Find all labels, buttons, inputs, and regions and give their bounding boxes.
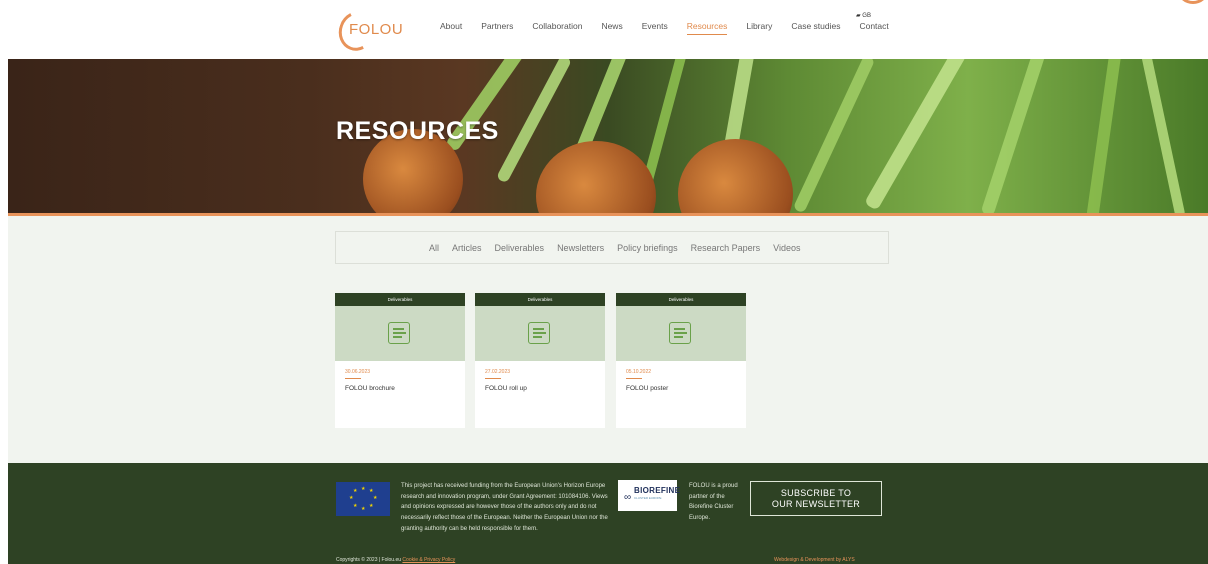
card-divider xyxy=(626,378,642,379)
card-thumbnail xyxy=(616,306,746,361)
credit-link[interactable]: Webdesign & Development by ALYS xyxy=(774,557,855,563)
card-date: 27.02.2023 xyxy=(485,369,511,375)
card-title[interactable]: FOLOU roll up xyxy=(485,385,527,392)
leaf-shape xyxy=(792,59,876,213)
card-divider xyxy=(485,378,501,379)
cookie-policy-link[interactable]: Cookie & Privacy Policy xyxy=(402,557,455,563)
document-icon xyxy=(528,322,550,344)
nav-item-partners[interactable]: Partners xyxy=(481,21,513,35)
leaf-shape xyxy=(980,59,1049,213)
language-label: GB xyxy=(862,13,871,19)
logo-text: FOLOU xyxy=(349,21,404,38)
resource-card[interactable]: Deliverables 05.10.2022 FOLOU poster xyxy=(616,293,746,428)
nav-item-case-studies[interactable]: Case studies xyxy=(791,21,840,35)
card-divider xyxy=(345,378,361,379)
document-icon xyxy=(669,322,691,344)
nav-item-news[interactable]: News xyxy=(601,21,622,35)
resource-card[interactable]: Deliverables 30.06.2023 FOLOU brochure xyxy=(335,293,465,428)
biorefine-wordmark: BIOREFINE xyxy=(634,486,681,495)
partner-text: FOLOU is a proud partner of the Biorefin… xyxy=(689,483,738,522)
eu-flag-icon: ★ ★ ★ ★ ★ ★ ★ ★ xyxy=(336,482,390,516)
leaf-shape xyxy=(1086,59,1122,213)
site-header: FOLOU About Partners Collaboration News … xyxy=(0,0,1208,59)
nav-item-events[interactable]: Events xyxy=(642,21,668,35)
biorefine-logo[interactable]: ∞ BIOREFINE CLUSTER EUROPE xyxy=(618,480,681,511)
carrot-shape xyxy=(536,141,656,213)
language-switcher[interactable]: ▰ GB xyxy=(856,12,871,19)
page-title: RESOURCES xyxy=(336,117,499,145)
hero-banner xyxy=(8,59,1208,213)
main-nav: About Partners Collaboration News Events… xyxy=(440,21,908,35)
resource-filter-bar: All Articles Deliverables Newsletters Po… xyxy=(335,231,889,264)
nav-item-contact[interactable]: Contact xyxy=(859,21,888,35)
card-title[interactable]: FOLOU brochure xyxy=(345,385,395,392)
card-thumbnail xyxy=(475,306,605,361)
card-date: 05.10.2022 xyxy=(626,369,652,375)
filter-research-papers[interactable]: Research Papers xyxy=(691,243,761,253)
filter-articles[interactable]: Articles xyxy=(452,243,482,253)
subscribe-line2: OUR NEWSLETTER xyxy=(771,499,861,509)
card-tag: Deliverables xyxy=(475,293,605,306)
nav-item-collaboration[interactable]: Collaboration xyxy=(532,21,582,35)
funding-disclaimer: This project has received funding from t… xyxy=(401,483,608,532)
filter-policy-briefings[interactable]: Policy briefings xyxy=(617,243,678,253)
filter-deliverables[interactable]: Deliverables xyxy=(495,243,545,253)
resource-card[interactable]: Deliverables 27.02.2023 FOLOU roll up xyxy=(475,293,605,428)
leaf-shape xyxy=(864,59,967,211)
card-tag: Deliverables xyxy=(616,293,746,306)
card-tag: Deliverables xyxy=(335,293,465,306)
filter-videos[interactable]: Videos xyxy=(773,243,800,253)
nav-item-about[interactable]: About xyxy=(440,21,462,35)
leaf-shape xyxy=(1140,59,1186,213)
flag-icon: ▰ xyxy=(856,13,861,19)
subscribe-newsletter-button[interactable]: SUBSCRIBE TO OUR NEWSLETTER xyxy=(750,481,882,516)
subscribe-line1: SUBSCRIBE TO xyxy=(780,488,852,498)
card-title[interactable]: FOLOU poster xyxy=(626,385,668,392)
corner-decoration-icon xyxy=(1178,0,1208,4)
card-thumbnail xyxy=(335,306,465,361)
nav-item-resources[interactable]: Resources xyxy=(686,21,728,35)
document-icon xyxy=(388,322,410,344)
carrot-shape xyxy=(678,139,793,213)
copyright: Copyrights © 2023 | Folou.eu Cookie & Pr… xyxy=(336,557,455,563)
filter-all[interactable]: All xyxy=(429,243,439,253)
copyright-text: Copyrights © 2023 | Folou.eu xyxy=(336,557,402,563)
nav-item-library[interactable]: Library xyxy=(746,21,772,35)
card-date: 30.06.2023 xyxy=(345,369,371,375)
folou-logo[interactable]: FOLOU xyxy=(333,6,405,56)
filter-newsletters[interactable]: Newsletters xyxy=(557,243,604,253)
infinity-icon: ∞ xyxy=(624,492,632,503)
biorefine-subtitle: CLUSTER EUROPE xyxy=(634,496,662,500)
